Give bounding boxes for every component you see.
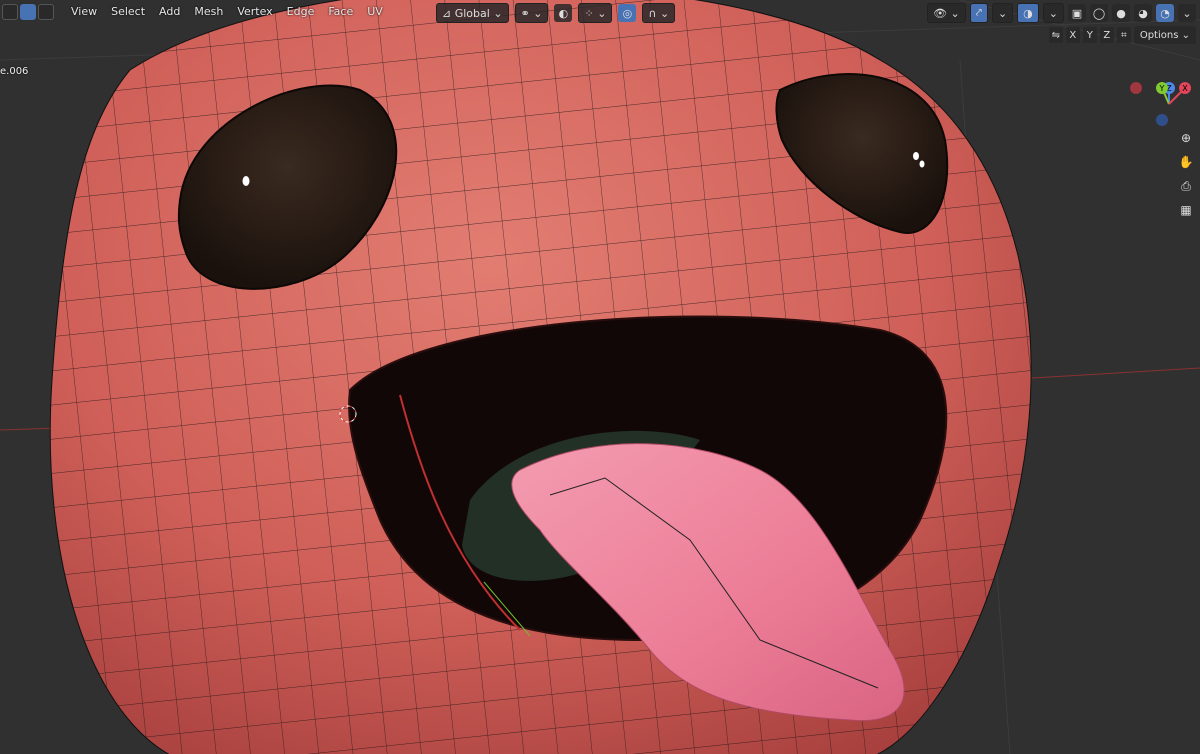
chevron-down-icon: ⌄ <box>950 6 960 20</box>
grid-icon[interactable]: ▦ <box>1176 200 1196 220</box>
rendered-sphere-icon: ◔ <box>1160 6 1170 20</box>
menu-face[interactable]: Face <box>321 0 360 24</box>
eye-icon: 👁 <box>933 6 948 20</box>
3d-viewport[interactable]: View Select Add Mesh Vertex Edge Face UV… <box>0 0 1200 754</box>
navigation-gizmo[interactable]: Z Y X <box>1124 80 1194 126</box>
menu-mesh[interactable]: Mesh <box>187 0 230 24</box>
pivot-point-dropdown[interactable]: ⚭ ⌄ <box>514 3 549 23</box>
hand-icon[interactable]: ✋ <box>1176 152 1196 172</box>
material-sphere-icon: ◕ <box>1138 6 1148 20</box>
transform-orientation-dropdown[interactable]: ⊿ Global ⌄ <box>436 3 509 23</box>
menu-add[interactable]: Add <box>152 0 187 24</box>
transform-tools: ⊿ Global ⌄ ⚭ ⌄ ◐ ⁘ ⌄ ◎ ∩ ⌄ <box>436 3 676 23</box>
chevron-down-icon: ⌄ <box>533 6 543 20</box>
xray-toggle[interactable]: ▣ <box>1068 4 1086 22</box>
chevron-down-icon: ⌄ <box>493 6 503 20</box>
snap-grid-icon: ⁘ <box>584 6 594 20</box>
gizmo-toggle[interactable]: ⤤ <box>969 3 988 23</box>
rendered-shading-button[interactable]: ◔ <box>1156 4 1174 22</box>
orientation-label: Global <box>454 6 490 20</box>
gizmo-neg-z-axis[interactable] <box>1156 114 1168 126</box>
mirror-icon: ⇋ <box>1048 27 1063 43</box>
material-shading-button[interactable]: ◕ <box>1134 4 1152 22</box>
chevron-down-icon: ⌄ <box>1182 6 1192 20</box>
menu-edge[interactable]: Edge <box>280 0 322 24</box>
snap-target-dropdown[interactable]: ⁘ ⌄ <box>578 3 613 23</box>
wireframe-sphere-icon: ◯ <box>1092 6 1106 20</box>
gizmo-y-label: Y <box>1159 84 1165 93</box>
solid-sphere-icon: ● <box>1116 6 1126 20</box>
magnet-icon: ◐ <box>558 6 569 20</box>
mirror-x-button[interactable]: X <box>1065 27 1080 43</box>
object-name-label: e.006 <box>0 66 29 77</box>
chevron-down-icon: ⌄ <box>1181 29 1190 41</box>
menu-select[interactable]: Select <box>104 0 152 24</box>
menu-view[interactable]: View <box>64 0 104 24</box>
overlay-dropdown[interactable]: ⌄ <box>991 3 1014 23</box>
overlays-toggle[interactable]: ◑ <box>1017 3 1039 23</box>
shading-options-dropdown[interactable]: ⌄ <box>1178 4 1196 22</box>
pivot-icon: ⚭ <box>520 6 530 20</box>
mirror-axis-row: ⇋ X Y Z ⌗ Options ⌄ <box>1048 26 1196 44</box>
chevron-down-icon: ⌄ <box>1048 6 1058 20</box>
select-mode-group <box>2 4 54 20</box>
gizmo-icon: ⤤ <box>975 6 982 19</box>
proportional-icon: ◎ <box>622 6 633 20</box>
select-box-mode-button[interactable] <box>2 4 18 20</box>
scene-render[interactable] <box>0 0 1200 754</box>
auto-merge-icon[interactable]: ⌗ <box>1116 27 1131 43</box>
proportional-edit-toggle[interactable]: ◎ <box>618 4 637 22</box>
zoom-icon[interactable]: ⊕ <box>1176 128 1196 148</box>
camera-icon[interactable]: ⎙ <box>1176 176 1196 196</box>
wireframe-shading-button[interactable]: ◯ <box>1090 4 1108 22</box>
viewport-shading-tools: 👁 ⌄ ⤤ ⌄ ◑ ⌄ ▣ ◯ ● ◕ ◔ ⌄ <box>927 3 1196 23</box>
overlays-icon: ◑ <box>1023 6 1033 20</box>
menu-vertex[interactable]: Vertex <box>230 0 279 24</box>
chevron-down-icon: ⌄ <box>997 6 1008 20</box>
options-button[interactable]: Options ⌄ <box>1133 26 1196 44</box>
falloff-dropdown[interactable]: ∩ ⌄ <box>642 3 676 23</box>
chevron-down-icon: ⌄ <box>659 6 670 20</box>
xray-icon: ▣ <box>1071 6 1083 20</box>
menu-uv[interactable]: UV <box>360 0 390 24</box>
snap-toggle[interactable]: ◐ <box>554 4 573 22</box>
falloff-curve-icon: ∩ <box>648 6 657 20</box>
options-label: Options <box>1139 29 1179 41</box>
mesh-overlay-dropdown[interactable]: ⌄ <box>1042 3 1064 23</box>
gizmo-x-label: X <box>1182 84 1188 93</box>
chevron-down-icon: ⌄ <box>597 6 607 20</box>
visibility-dropdown[interactable]: 👁 ⌄ <box>927 3 966 23</box>
face-select-button[interactable] <box>38 4 54 20</box>
viewport-header: View Select Add Mesh Vertex Edge Face UV… <box>0 0 1200 24</box>
mirror-y-button[interactable]: Y <box>1082 27 1097 43</box>
header-menus: View Select Add Mesh Vertex Edge Face UV <box>64 0 390 24</box>
solid-shading-button[interactable]: ● <box>1112 4 1130 22</box>
mirror-z-button[interactable]: Z <box>1099 27 1114 43</box>
gizmo-neg-x-axis[interactable] <box>1130 82 1142 94</box>
navigation-tools: ⊕ ✋ ⎙ ▦ <box>1176 128 1196 220</box>
orientation-icon: ⊿ <box>442 6 452 20</box>
edge-select-button[interactable] <box>20 4 36 20</box>
